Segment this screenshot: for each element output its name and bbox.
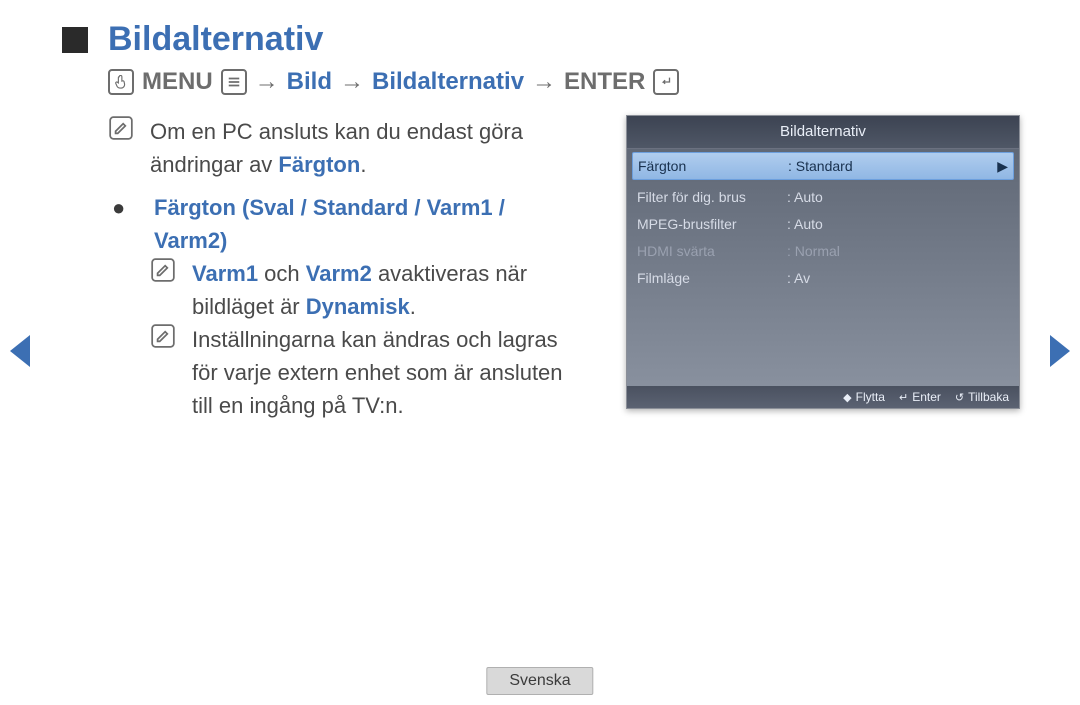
- nav-next-button[interactable]: [1050, 335, 1070, 367]
- tv-settings-panel: Bildalternativ Färgton: Standard▶ Filter …: [626, 115, 1020, 409]
- option-heading: Färgton (Sval / Standard / Varm1 / Varm2…: [154, 195, 505, 253]
- tv-panel-row[interactable]: Filter för dig. brus: Auto: [627, 183, 1019, 210]
- hand-pointer-icon: [108, 69, 134, 95]
- note-paragraph: Varm1 och Varm2 avaktiveras när bildläge…: [150, 257, 578, 323]
- row-label: Filmläge: [637, 270, 787, 286]
- highlight-fargton: Färgton: [278, 152, 360, 177]
- return-icon: ↺: [955, 391, 964, 404]
- text-fragment: .: [360, 152, 366, 177]
- highlight-varm2: Varm2: [306, 261, 372, 286]
- move-arrows-icon: ◆: [843, 391, 851, 404]
- footer-enter-label: Enter: [912, 390, 941, 404]
- breadcrumb: MENU → Bild → Bildalternativ → ENTER: [108, 68, 679, 96]
- note-text: Inställningarna kan ändras och lagras fö…: [192, 323, 578, 422]
- row-value: : Standard: [788, 158, 994, 174]
- menu-grid-icon: [221, 69, 247, 95]
- row-value: : Auto: [787, 216, 1009, 232]
- title-row: Bildalternativ: [62, 20, 323, 59]
- breadcrumb-item-bild: Bild: [287, 68, 332, 96]
- note-paragraph: Om en PC ansluts kan du endast göra ändr…: [108, 115, 578, 181]
- tv-panel-rows: Färgton: Standard▶Filter för dig. brus: …: [627, 152, 1019, 291]
- tv-panel-row[interactable]: MPEG-brusfilter: Auto: [627, 210, 1019, 237]
- row-label: HDMI svärta: [637, 243, 787, 259]
- row-value: : Av: [787, 270, 1009, 286]
- text-fragment: och: [258, 261, 306, 286]
- language-label: Svenska: [486, 667, 593, 695]
- row-label: MPEG-brusfilter: [637, 216, 787, 232]
- note-pencil-icon: [150, 257, 192, 323]
- option-heading-row: ● Färgton (Sval / Standard / Varm1 / Var…: [108, 191, 578, 257]
- footer-return-label: Tillbaka: [968, 390, 1009, 404]
- note-paragraph: Inställningarna kan ändras och lagras fö…: [150, 323, 578, 422]
- breadcrumb-item-bildalternativ: Bildalternativ: [372, 68, 524, 96]
- tv-panel-row[interactable]: Färgton: Standard▶: [632, 152, 1014, 180]
- note-pencil-icon: [108, 115, 150, 181]
- enter-return-icon: [653, 69, 679, 95]
- arrow-icon: →: [340, 68, 364, 96]
- footer-return: ↺ Tillbaka: [955, 390, 1009, 404]
- page-title: Bildalternativ: [108, 20, 323, 59]
- breadcrumb-enter-label: ENTER: [564, 68, 645, 96]
- chevron-right-icon: ▶: [994, 158, 1008, 175]
- text-fragment: .: [410, 294, 416, 319]
- arrow-icon: →: [255, 68, 279, 96]
- row-label: Filter för dig. brus: [637, 189, 787, 205]
- footer-move: ◆ Flytta: [843, 390, 885, 404]
- row-value: : Normal: [787, 243, 1009, 259]
- tv-panel-title: Bildalternativ: [627, 116, 1019, 149]
- note-pencil-icon: [150, 323, 192, 422]
- row-value: : Auto: [787, 189, 1009, 205]
- enter-icon: ↵: [899, 391, 908, 404]
- note-text: Om en PC ansluts kan du endast göra ändr…: [150, 115, 578, 181]
- highlight-dynamisk: Dynamisk: [306, 294, 410, 319]
- content-area: Om en PC ansluts kan du endast göra ändr…: [108, 115, 578, 422]
- footer-move-label: Flytta: [856, 390, 885, 404]
- tv-panel-footer: ◆ Flytta ↵ Enter ↺ Tillbaka: [627, 386, 1019, 408]
- bullet-dot-icon: ●: [108, 191, 154, 257]
- row-label: Färgton: [638, 158, 788, 174]
- tv-panel-row[interactable]: Filmläge: Av: [627, 264, 1019, 291]
- square-bullet-icon: [62, 27, 88, 53]
- page: Bildalternativ MENU → Bild → Bildalterna…: [0, 0, 1080, 705]
- note-text: Varm1 och Varm2 avaktiveras när bildläge…: [192, 257, 578, 323]
- tv-panel-row[interactable]: HDMI svärta: Normal: [627, 237, 1019, 264]
- breadcrumb-menu-label: MENU: [142, 68, 213, 96]
- footer-enter: ↵ Enter: [899, 390, 941, 404]
- arrow-icon: →: [532, 68, 556, 96]
- nav-prev-button[interactable]: [10, 335, 30, 367]
- highlight-varm1: Varm1: [192, 261, 258, 286]
